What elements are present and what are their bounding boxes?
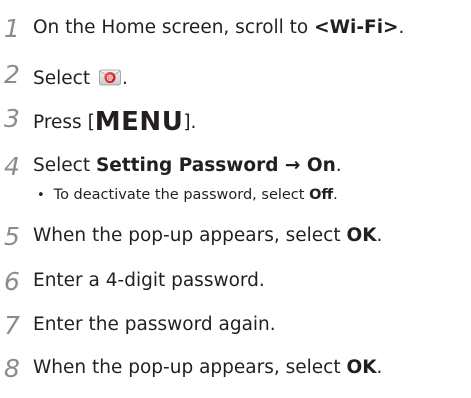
step-text: When the pop-up appears, select OK. [33, 225, 383, 246]
step-text-part: Select [33, 155, 96, 176]
step-text-part: . [335, 155, 342, 176]
step-text-part: On the Home screen, scroll to [33, 17, 315, 38]
step-text: When the pop-up appears, select OK. [33, 357, 383, 378]
step-number: 6 [4, 267, 20, 296]
step-text: On the Home screen, scroll to <Wi-Fi>. [33, 17, 405, 38]
step-bold-text: OK [346, 357, 377, 378]
step-number: 4 [4, 152, 20, 181]
step-number: 1 [4, 14, 20, 43]
step-text-part: . [398, 17, 405, 38]
sub-text-part: To deactivate the password, select [53, 187, 310, 203]
step-number: 3 [4, 104, 20, 133]
step-text-part: . [376, 357, 383, 378]
mail-icon: @ [98, 65, 122, 89]
bullet-icon: • [37, 188, 45, 203]
step-text-part: Press [ [33, 112, 95, 133]
sub-bold-text: Off [309, 187, 334, 203]
step-text-part: . [121, 68, 128, 89]
step-text-part: When the pop-up appears, select [33, 357, 347, 378]
step-text: Select Setting Password → On. [33, 155, 342, 176]
step-text-part: ]. [183, 112, 197, 133]
step-text: Enter a 4-digit password. [33, 270, 265, 291]
step-number: 7 [4, 311, 20, 340]
step-text: Enter the password again. [33, 314, 276, 335]
svg-text:@: @ [106, 74, 113, 82]
menu-key-label: MENU [94, 107, 184, 137]
step-bold-text: On [306, 155, 336, 176]
arrow-glyph: → [278, 155, 307, 176]
sub-bullet: • To deactivate the password, select Off. [37, 188, 338, 203]
step-text-part: Select [33, 68, 96, 89]
step-bold-text: Setting Password [95, 155, 279, 176]
step-text: Press [MENU]. [33, 109, 196, 135]
step-number: 5 [4, 222, 20, 251]
sub-text-part: . [333, 187, 338, 203]
step-number: 2 [4, 60, 20, 89]
step-bold-text: <Wi-Fi> [314, 17, 399, 38]
step-text-part: . [376, 225, 383, 246]
step-number: 8 [4, 354, 20, 383]
step-text-part: When the pop-up appears, select [33, 225, 347, 246]
step-text: Select @ . [33, 65, 128, 89]
step-bold-text: OK [346, 225, 377, 246]
